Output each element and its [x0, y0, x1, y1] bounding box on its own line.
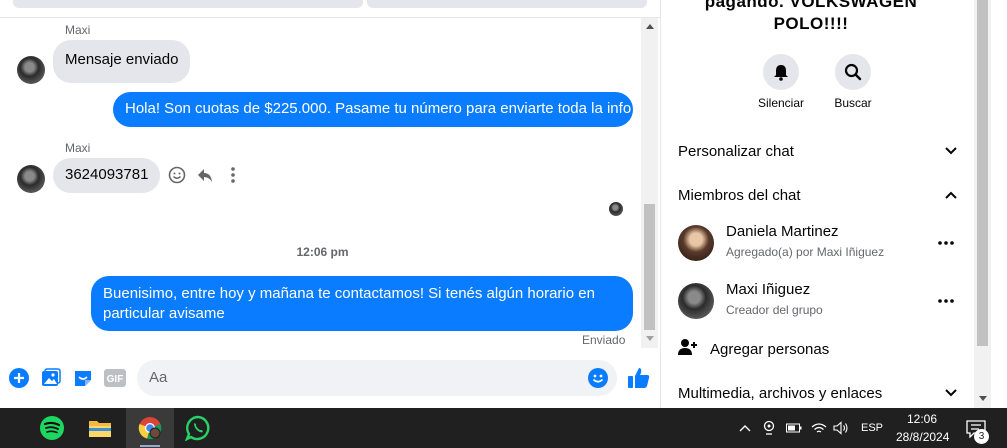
- scroll-down-arrow[interactable]: [646, 336, 654, 341]
- message-input[interactable]: Aa: [137, 360, 617, 396]
- member-subtitle: Agregado(a) por Maxi Iñiguez: [726, 245, 885, 259]
- seen-by-avatar: [609, 202, 623, 216]
- search-action[interactable]: Buscar: [823, 54, 883, 110]
- mute-action[interactable]: Silenciar: [751, 54, 811, 110]
- clock-time[interactable]: 12:06: [907, 412, 937, 426]
- member-item[interactable]: Maxi Iñiguez Creador del grupo: [678, 279, 958, 323]
- add-people-label: Agregar personas: [710, 340, 830, 358]
- sticker-icon[interactable]: [72, 367, 94, 389]
- svg-text:GIF: GIF: [107, 374, 124, 385]
- screen: Maxi Mensaje enviado Hola! Son cuotas de…: [0, 0, 1007, 448]
- spotify-icon[interactable]: [28, 408, 76, 448]
- chat-info-pane: pagando. VOLKSWAGEN POLO!!!! Silenciar B…: [660, 0, 1007, 408]
- message-bubble-incoming[interactable]: 3624093781: [53, 158, 161, 193]
- whatsapp-icon[interactable]: [174, 408, 222, 448]
- member-item[interactable]: Daniela Martinez Agregado(a) por Maxi Iñ…: [678, 221, 958, 265]
- chevron-down-icon: [944, 143, 958, 160]
- media-files-row[interactable]: Multimedia, archivos y enlaces: [678, 381, 958, 405]
- chat-scrollbar[interactable]: [641, 18, 658, 348]
- taskbar: ESP 12:06 28/8/2024 3: [0, 408, 1007, 448]
- clock-date[interactable]: 28/8/2024: [896, 430, 949, 444]
- chat-pane: Maxi Mensaje enviado Hola! Son cuotas de…: [0, 0, 660, 408]
- emoji-icon[interactable]: [587, 367, 609, 394]
- chat-members-row[interactable]: Miembros del chat: [678, 183, 958, 207]
- search-icon[interactable]: [835, 54, 871, 90]
- timestamp-separator: 12:06 pm: [296, 245, 349, 259]
- chevron-down-icon: [944, 385, 958, 402]
- message-input-placeholder: Aa: [149, 369, 168, 386]
- file-explorer-icon[interactable]: [76, 408, 124, 448]
- personalize-chat-row[interactable]: Personalizar chat: [678, 139, 958, 163]
- photo-icon[interactable]: [40, 367, 62, 389]
- add-people-row[interactable]: Agregar personas: [678, 337, 958, 361]
- task-view-icon[interactable]: [0, 408, 10, 448]
- input-language[interactable]: ESP: [861, 422, 883, 434]
- add-person-icon: [678, 338, 710, 360]
- member-avatar: [678, 283, 714, 319]
- message-sender: Maxi: [65, 141, 91, 155]
- sender-avatar[interactable]: [17, 165, 45, 193]
- webcam-icon[interactable]: [761, 420, 777, 436]
- member-name: Daniela Martinez: [726, 223, 839, 240]
- gif-icon[interactable]: GIF: [104, 367, 126, 389]
- like-thumb-icon[interactable]: [626, 365, 652, 391]
- bell-icon[interactable]: [763, 54, 799, 90]
- react-icon[interactable]: [166, 164, 188, 186]
- media-files-label: Multimedia, archivos y enlaces: [678, 384, 883, 402]
- member-avatar: [678, 225, 714, 261]
- message-sender: Maxi: [65, 23, 91, 37]
- personalize-chat-label: Personalizar chat: [678, 142, 794, 160]
- more-options-icon[interactable]: [222, 164, 244, 186]
- message-bubble-outgoing[interactable]: Hola! Son cuotas de $225.000. Pasame tu …: [113, 92, 633, 127]
- reply-icon[interactable]: [194, 164, 216, 186]
- message-bubble-outgoing[interactable]: Buenisimo, entre hoy y mañana te contact…: [91, 276, 633, 331]
- volume-icon[interactable]: [833, 420, 849, 436]
- chat-scroll-thumb[interactable]: [644, 204, 655, 330]
- member-name: Maxi Iñiguez: [726, 281, 811, 298]
- header-bar-right: [367, 0, 647, 8]
- message-bubble-incoming[interactable]: Mensaje enviado: [53, 40, 191, 83]
- chat-members-label: Miembros del chat: [678, 186, 801, 204]
- show-hidden-icons-chevron-icon[interactable]: [737, 420, 753, 436]
- header-bar-left: [13, 0, 363, 8]
- notification-count-badge: 3: [974, 429, 989, 444]
- info-scroll-thumb[interactable]: [977, 0, 988, 346]
- chat-top-edge: [0, 0, 660, 18]
- scroll-up-arrow[interactable]: [646, 24, 654, 29]
- sender-avatar[interactable]: [17, 56, 45, 84]
- group-title: pagando. VOLKSWAGEN POLO!!!!: [704, 0, 918, 33]
- battery-icon[interactable]: [786, 420, 802, 436]
- wifi-icon[interactable]: [811, 420, 827, 436]
- scroll-down-arrow[interactable]: [979, 396, 987, 401]
- chevron-up-icon: [944, 187, 958, 204]
- search-label: Buscar: [834, 96, 872, 110]
- member-subtitle: Creador del grupo: [726, 303, 823, 317]
- info-scrollbar[interactable]: [974, 0, 991, 408]
- mute-label: Silenciar: [757, 96, 805, 110]
- message-status: Enviado: [582, 333, 626, 347]
- member-more-icon[interactable]: [934, 233, 958, 253]
- add-plus-icon[interactable]: [8, 367, 30, 389]
- member-more-icon[interactable]: [934, 291, 958, 311]
- chrome-icon[interactable]: [126, 408, 174, 448]
